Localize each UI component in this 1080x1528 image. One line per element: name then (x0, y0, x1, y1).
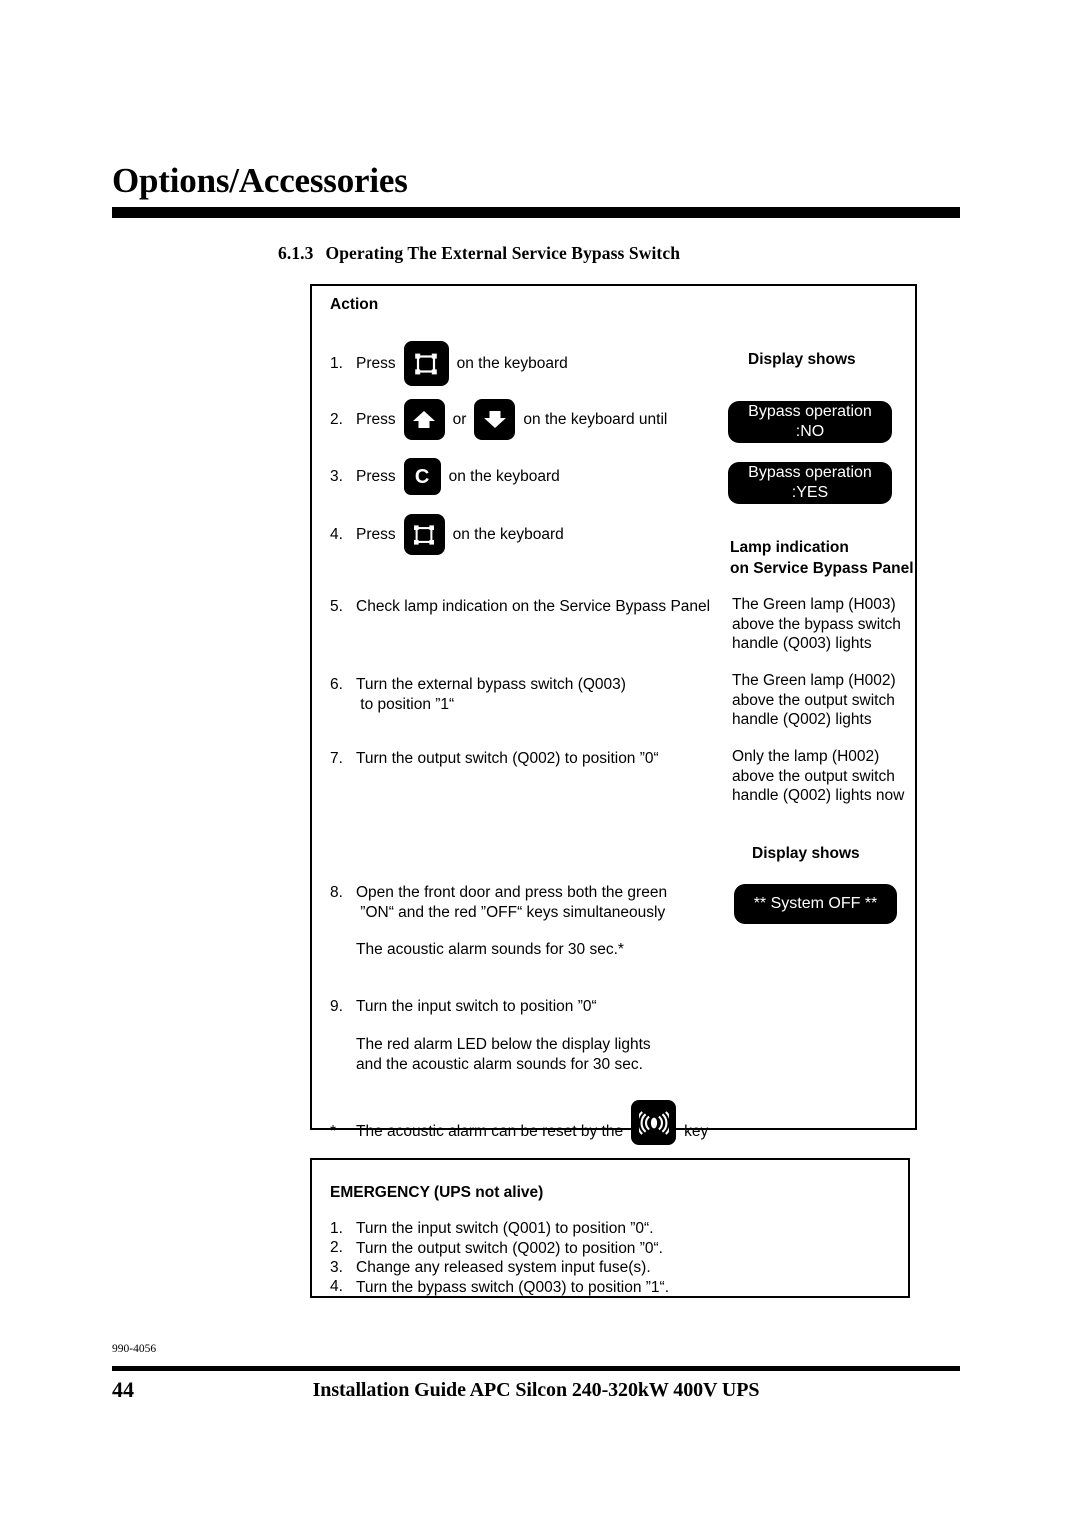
emergency-title: EMERGENCY (UPS not alive) (330, 1184, 544, 1201)
emergency-panel: EMERGENCY (UPS not alive) 1. Turn the in… (310, 1158, 910, 1298)
item-text: Turn the input switch (Q001) to position… (356, 1220, 654, 1237)
arrow-up-icon[interactable] (403, 399, 445, 440)
step-text: Check lamp indication on the Service Byp… (356, 598, 711, 615)
key-c-label: C (414, 465, 430, 488)
document-number: 990-4056 (112, 1343, 157, 1355)
footnote-text-after: key (684, 1122, 709, 1140)
list-item: 4. Turn the bypass switch (Q003) to posi… (330, 1278, 669, 1298)
chapter-title: Options/Accessories (112, 161, 408, 200)
step-number: 4. (330, 525, 343, 543)
step-row: 4. Press on the keyboard (330, 514, 564, 555)
step-number: 9. (330, 998, 343, 1015)
display-shows-header-1: Display shows (748, 351, 856, 368)
item-number: 4. (330, 1278, 343, 1296)
step-text: on the keyboard (448, 467, 560, 485)
step-text: Turn the output switch (Q002) to positio… (356, 750, 659, 767)
lcd-line-2: :YES (791, 484, 829, 501)
step-number: 6. (330, 676, 343, 693)
step-verb: Press (356, 525, 396, 543)
list-item: 1. Turn the input switch (Q001) to posit… (330, 1219, 669, 1239)
footer-title: Installation Guide APC Silcon 240-320kW … (312, 1379, 760, 1401)
or-label: or (452, 410, 467, 428)
lamp-indication-header: Lamp indication on Service Bypass Panel (730, 537, 914, 579)
step-row: 1. Press on the keyboard (330, 341, 568, 386)
step-result: The Green lamp (H003) above the bypass s… (732, 596, 901, 652)
step-result: Only the lamp (H002) above the output sw… (732, 748, 905, 804)
item-number: 3. (330, 1258, 343, 1276)
step-row: 3. Press C on the keyboard (330, 458, 560, 495)
section-title: Operating The External Service Bypass Sw… (325, 243, 681, 263)
footnote-marker: * (330, 1122, 337, 1140)
item-text: Turn the output switch (Q002) to positio… (356, 1239, 663, 1257)
lcd-bypass-operation-no: Bypass operation :NO (728, 401, 892, 443)
item-number: 2. (330, 1239, 343, 1257)
acoustic-alarm-icon[interactable] (631, 1100, 677, 1145)
step-number: 8. (330, 884, 343, 901)
step-number: 7. (330, 750, 343, 767)
step-text: Turn the input switch to position ”0“ (356, 998, 597, 1015)
step-verb: Press (356, 467, 396, 485)
item-number: 1. (330, 1219, 343, 1237)
lamp-indication-header-line1: Lamp indication (730, 539, 849, 556)
lcd-system-off: ** System OFF ** (734, 884, 897, 924)
footnote-text-before: The acoustic alarm can be reset by the (356, 1122, 624, 1140)
arrow-down-icon[interactable] (474, 399, 516, 440)
step-number: 3. (330, 467, 343, 485)
step-text: Turn the external bypass switch (Q003) t… (356, 676, 626, 713)
section-number: 6.1.3 (278, 243, 314, 263)
page-header: Options/Accessories (112, 160, 960, 218)
lcd-line-1: Bypass operation (748, 464, 872, 481)
step-verb: Press (356, 410, 396, 428)
step-text: on the keyboard (452, 525, 564, 543)
procedure-table: Action Display shows 1. Press on the key… (310, 284, 917, 1145)
lcd-line-1: ** System OFF ** (753, 895, 878, 912)
emergency-list: 1. Turn the input switch (Q001) to posit… (330, 1219, 669, 1297)
lcd-line-1: Bypass operation (748, 403, 872, 420)
display-shows-header-2: Display shows (752, 845, 860, 862)
lamp-indication-header-line2: on Service Bypass Panel (730, 560, 914, 577)
step-number: 1. (330, 354, 343, 372)
step-note: The acoustic alarm sounds for 30 sec.* (356, 941, 624, 958)
step-number: 2. (330, 410, 343, 428)
lcd-bypass-operation-yes: Bypass operation :YES (728, 462, 892, 504)
footnote-row: * The acoustic alarm can be reset by the… (330, 1100, 708, 1163)
footer-rule (112, 1366, 960, 1371)
step-result: The Green lamp (H002) above the output s… (732, 672, 896, 728)
key-c-icon[interactable]: C (403, 458, 441, 495)
lcd-line-2: :NO (795, 423, 825, 440)
action-column-header: Action (330, 296, 379, 313)
step-verb: Press (356, 354, 396, 372)
step-text: on the keyboard until (523, 410, 668, 428)
header-rule (112, 207, 960, 218)
item-text: Change any released system input fuse(s)… (356, 1259, 651, 1276)
step-note: The red alarm LED below the display ligh… (356, 1036, 651, 1073)
section-heading: 6.1.3 Operating The External Service Bypa… (278, 243, 680, 264)
list-item: 2. Turn the output switch (Q002) to posi… (330, 1239, 669, 1259)
display-frame-icon[interactable] (403, 514, 445, 555)
item-text: Turn the bypass switch (Q003) to positio… (356, 1278, 670, 1296)
step-row: 2. Press or on the keyboard until (330, 399, 667, 440)
step-text: Open the front door and press both the g… (356, 884, 668, 921)
step-number: 5. (330, 598, 343, 615)
step-text: on the keyboard (456, 354, 568, 372)
list-item: 3. Change any released system input fuse… (330, 1258, 669, 1278)
display-frame-icon[interactable] (403, 341, 449, 386)
